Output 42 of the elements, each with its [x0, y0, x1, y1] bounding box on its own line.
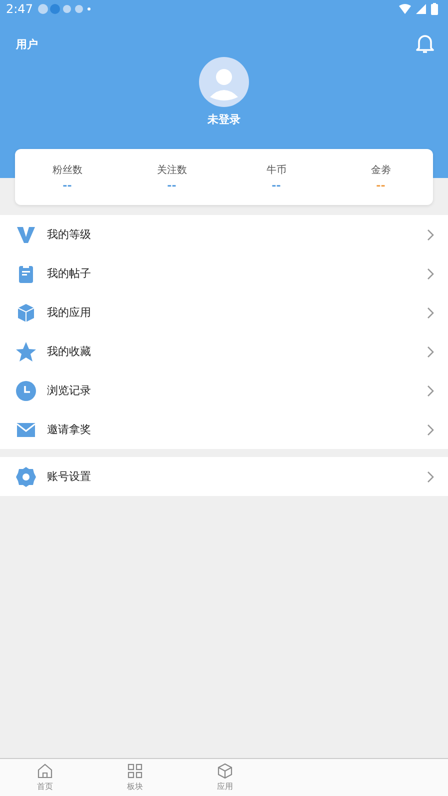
tab-item[interactable]: 板块: [90, 759, 180, 796]
stat-label: 关注数: [156, 164, 187, 177]
stat-label: 金劵: [370, 164, 391, 177]
clipboard-icon: [16, 264, 36, 284]
chevron-icon: [427, 470, 434, 482]
menu-item[interactable]: 邀请拿奖: [0, 410, 448, 449]
menu-item[interactable]: 浏览记录: [0, 371, 448, 410]
menu-item[interactable]: 账号设置: [0, 457, 448, 496]
home-icon: [37, 763, 53, 779]
v-letter-icon: [16, 224, 36, 244]
battery-icon: [431, 3, 438, 15]
stat-label: 粉丝数: [52, 164, 82, 177]
notification-icons: [38, 4, 92, 14]
menu-item[interactable]: 我的应用: [0, 293, 448, 332]
stat-value: --: [272, 181, 281, 191]
stat-value: --: [376, 181, 386, 191]
chevron-icon: [427, 306, 434, 318]
wifi-icon: [399, 4, 411, 14]
chevron-icon: [427, 228, 434, 240]
stat-value: --: [167, 181, 176, 191]
chevron-icon: [427, 384, 434, 396]
settings-icon: [16, 466, 36, 486]
chevron-icon: [427, 346, 434, 358]
signal-icon: [416, 4, 426, 14]
page-title: 用户: [16, 36, 39, 52]
stat-value: --: [62, 181, 72, 191]
clock-icon: [16, 380, 36, 400]
tab-item[interactable]: 首页: [0, 759, 90, 796]
stat-label: 牛币: [266, 164, 286, 177]
grid-icon: [127, 763, 143, 779]
chevron-icon: [427, 424, 434, 436]
cube-icon: [217, 763, 233, 779]
chevron-icon: [427, 268, 434, 280]
avatar-icon[interactable]: [199, 57, 249, 107]
bell-icon[interactable]: [416, 34, 434, 54]
menu-item[interactable]: 我的帖子: [0, 254, 448, 293]
star-icon: [16, 342, 36, 362]
tab-item[interactable]: 应用: [180, 759, 270, 796]
menu-item[interactable]: 我的等级: [0, 215, 448, 254]
cube-icon: [16, 302, 36, 322]
status-time: 2:47: [6, 2, 33, 16]
menu-item[interactable]: 我的收藏: [0, 332, 448, 371]
